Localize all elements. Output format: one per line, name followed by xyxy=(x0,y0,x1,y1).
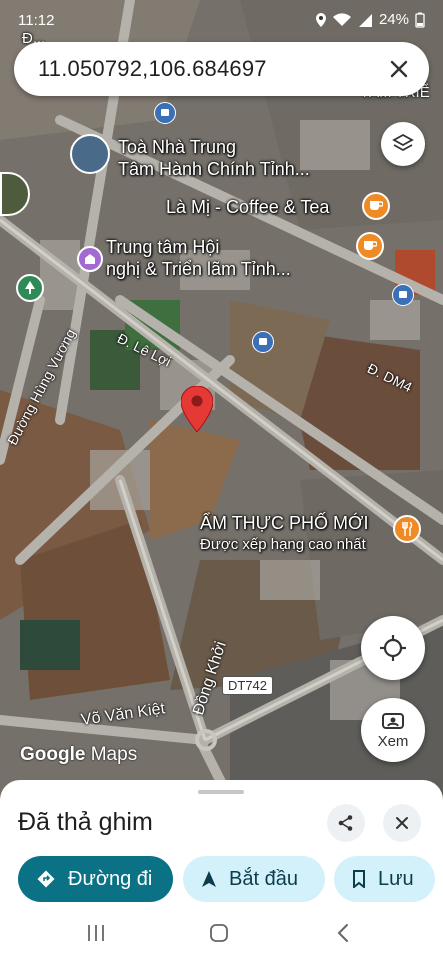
place-label-line1: Trung tâm Hội xyxy=(106,237,220,257)
system-nav-bar xyxy=(0,906,443,960)
place-label-cafe[interactable]: Là Mị - Coffee & Tea xyxy=(166,196,329,218)
building-photo-icon[interactable] xyxy=(70,134,110,174)
bus-stop-icon[interactable] xyxy=(252,331,274,353)
start-button[interactable]: Bắt đầu xyxy=(183,856,325,902)
restaurant-subtitle: Được xếp hạng cao nhất xyxy=(200,536,366,553)
bus-stop-icon[interactable] xyxy=(392,284,414,306)
wifi-icon xyxy=(332,12,351,26)
status-icons: 24% xyxy=(315,11,425,28)
map-view[interactable]: Toà Nhà Trung Tâm Hành Chính Tỉnh... Là … xyxy=(0,0,443,800)
place-label-line2: Tâm Hành Chính Tỉnh... xyxy=(118,159,310,179)
close-icon xyxy=(396,817,408,829)
park-icon[interactable] xyxy=(16,274,44,302)
logo-product: Maps xyxy=(90,744,138,765)
home-icon[interactable] xyxy=(209,923,229,943)
share-icon xyxy=(338,815,353,831)
place-label-restaurant[interactable]: ẨM THỰC PHỐ MỚI Được xếp hạng cao nhất xyxy=(200,512,368,556)
start-label: Bắt đầu xyxy=(229,867,298,890)
street-view-icon xyxy=(382,712,404,729)
signal-icon xyxy=(358,13,372,27)
back-icon[interactable] xyxy=(336,923,350,943)
my-location-button[interactable] xyxy=(361,616,425,680)
close-icon[interactable] xyxy=(385,55,413,83)
restaurant-icon[interactable] xyxy=(393,515,421,543)
drag-handle[interactable] xyxy=(198,790,244,794)
directions-label: Đường đi xyxy=(68,867,153,890)
save-label: Lưu xyxy=(378,867,414,890)
landmark-icon[interactable] xyxy=(77,246,103,272)
battery-icon xyxy=(415,12,425,28)
layers-button[interactable] xyxy=(381,122,425,166)
restaurant-name: ẨM THỰC PHỐ MỚI xyxy=(200,513,369,533)
search-query[interactable]: 11.050792,106.684697 xyxy=(38,56,267,82)
status-time: 11:12 xyxy=(18,12,55,29)
cafe-icon[interactable] xyxy=(362,192,390,220)
cafe-icon-2[interactable] xyxy=(356,232,384,260)
logo-brand: Google xyxy=(20,744,86,765)
street-view-button[interactable]: Xem xyxy=(361,698,425,762)
directions-button[interactable]: Đường đi xyxy=(18,856,173,902)
close-sheet-button[interactable] xyxy=(383,804,421,842)
bookmark-icon xyxy=(353,870,365,888)
navigation-arrow-icon xyxy=(202,871,216,887)
recent-apps-icon[interactable] xyxy=(86,924,106,942)
share-button[interactable] xyxy=(327,804,365,842)
directions-icon xyxy=(37,870,55,888)
street-view-label: Xem xyxy=(377,732,409,750)
place-label-admin-center[interactable]: Toà Nhà Trung Tâm Hành Chính Tỉnh... xyxy=(118,136,310,180)
place-label-line1: Toà Nhà Trung xyxy=(118,137,237,157)
place-label-line2: nghị & Triển lãm Tỉnh... xyxy=(106,259,291,279)
save-button[interactable]: Lưu xyxy=(334,856,435,902)
search-bar[interactable]: 11.050792,106.684697 xyxy=(14,42,429,96)
battery-percent: 24% xyxy=(378,11,409,28)
route-shield-dt742: DT742 xyxy=(222,676,274,695)
google-maps-logo: Google Maps xyxy=(20,744,137,766)
status-bar: 11:12 24% xyxy=(0,0,443,40)
layers-icon xyxy=(392,133,414,152)
sheet-title: Đã thả ghim xyxy=(18,808,153,836)
dropped-pin-icon[interactable] xyxy=(181,386,213,432)
crosshair-icon xyxy=(380,635,406,661)
bus-stop-icon[interactable] xyxy=(154,102,176,124)
place-label-convention-center[interactable]: Trung tâm Hội nghị & Triển lãm Tỉnh... xyxy=(106,236,291,280)
location-icon xyxy=(315,12,326,27)
